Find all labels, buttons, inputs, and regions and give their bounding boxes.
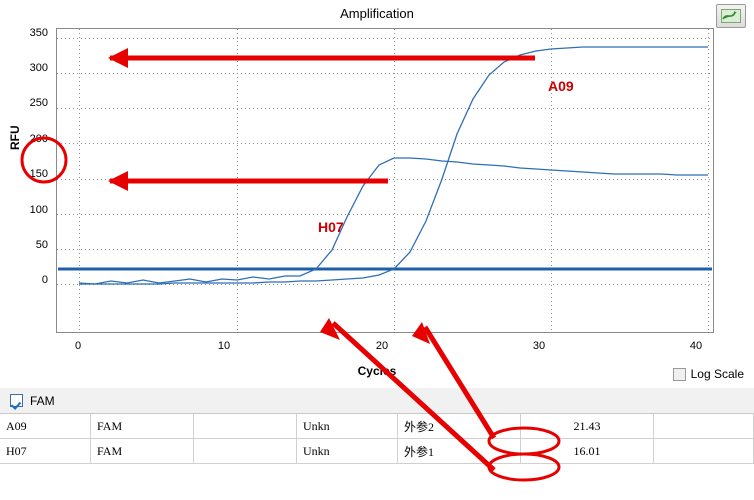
fam-label: FAM xyxy=(30,393,55,408)
amplification-chart-window: Amplification RFU 0 50 100 150 200 250 3… xyxy=(0,0,754,500)
y-tick-250: 250 xyxy=(29,97,48,109)
series-label-h07: H07 xyxy=(318,219,344,235)
x-tick-30: 30 xyxy=(532,340,546,352)
x-axis-label: Cycles xyxy=(357,364,397,378)
maximize-chart-icon[interactable] xyxy=(716,4,746,28)
cell-well: A09 xyxy=(0,414,91,439)
y-tick-350: 350 xyxy=(29,27,48,39)
maximize-chart-glyph xyxy=(721,9,741,23)
cell-tail xyxy=(653,438,754,464)
y-tick-100: 100 xyxy=(29,204,48,216)
curve-h07 xyxy=(78,157,708,285)
cell-tail xyxy=(653,414,754,439)
cell-type: Unkn xyxy=(296,414,398,439)
cell-cq: 16.01 xyxy=(520,438,654,464)
table-row[interactable]: A09 FAM Unkn 外参2 21.43 xyxy=(0,414,754,439)
cell-fluor: FAM xyxy=(90,438,194,464)
x-tick-10: 10 xyxy=(217,340,231,352)
fam-checkbox[interactable] xyxy=(10,394,23,407)
plot-svg xyxy=(57,29,713,332)
cell-fluor: FAM xyxy=(90,414,194,439)
x-tick-40: 40 xyxy=(689,340,703,352)
fluorophore-header[interactable]: FAM xyxy=(0,388,754,414)
log-scale-checkbox[interactable] xyxy=(672,367,686,381)
x-tick-0: 0 xyxy=(74,340,82,352)
table-row[interactable]: H07 FAM Unkn 外参1 16.01 xyxy=(0,438,754,464)
chart-title: Amplification xyxy=(340,6,414,21)
cell-cq: 21.43 xyxy=(520,414,654,439)
cell-sample-name: 外参2 xyxy=(397,414,521,439)
log-scale-label: Log Scale xyxy=(690,367,744,381)
y-tick-150: 150 xyxy=(29,168,48,180)
plot-area[interactable] xyxy=(56,28,714,333)
log-scale-row[interactable]: Log Scale xyxy=(672,367,744,381)
y-tick-300: 300 xyxy=(29,62,48,74)
series-label-a09: A09 xyxy=(548,78,574,94)
curve-a09 xyxy=(79,46,708,285)
y-tick-0: 0 xyxy=(41,274,48,286)
x-tick-20: 20 xyxy=(375,340,389,352)
y-tick-50: 50 xyxy=(35,239,48,251)
cell-sample-name: 外参1 xyxy=(397,438,521,464)
well-table-panel: FAM A09 FAM Unkn 外参2 21.43 H07 FAM Unkn xyxy=(0,388,754,500)
well-data-table[interactable]: A09 FAM Unkn 外参2 21.43 H07 FAM Unkn 外参1 … xyxy=(0,414,754,464)
cell-blank xyxy=(193,414,297,439)
cell-blank xyxy=(193,438,297,464)
chart-panel: Amplification RFU 0 50 100 150 200 250 3… xyxy=(0,0,754,389)
cell-type: Unkn xyxy=(296,438,398,464)
y-tick-200: 200 xyxy=(29,133,48,145)
cell-well: H07 xyxy=(0,438,91,464)
